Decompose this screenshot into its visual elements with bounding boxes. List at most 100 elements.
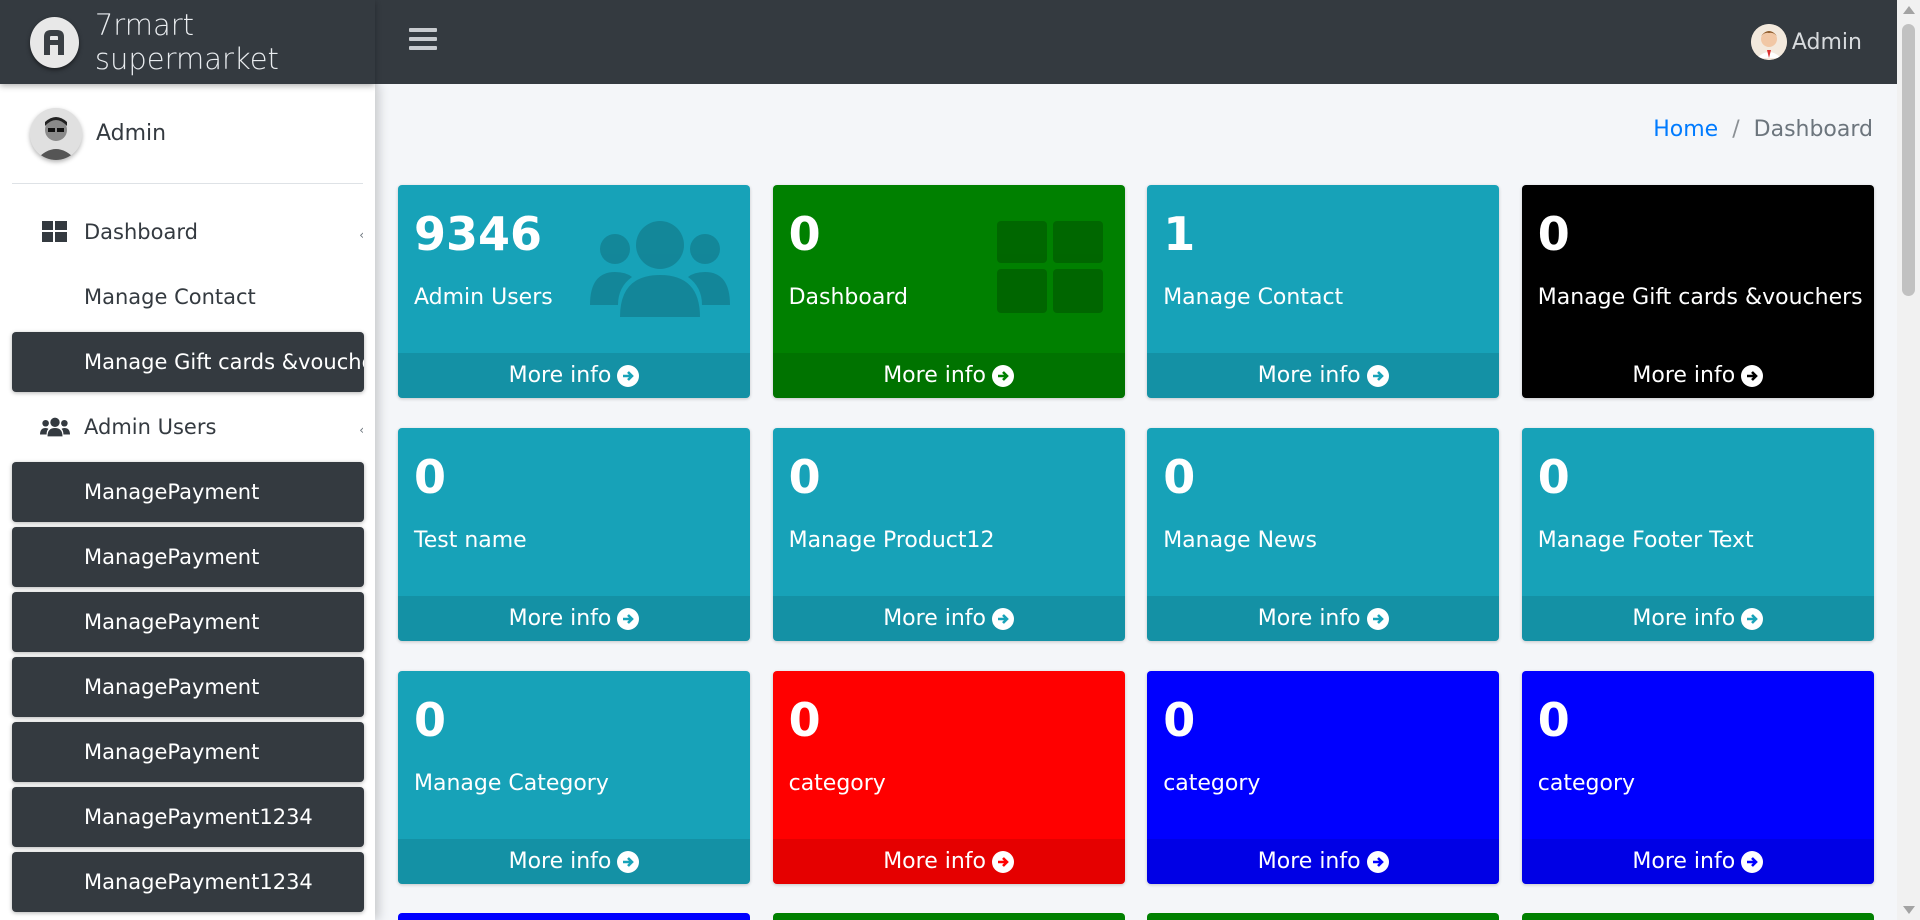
brand-logo-icon [30,16,79,68]
sidebar-item-label: ManagePayment [84,610,260,634]
arrow-circle-right-icon [617,364,640,387]
navbar-user-menu[interactable]: Admin [1750,24,1862,60]
card-count: 0 [1163,693,1196,747]
breadcrumb-home-link[interactable]: Home [1653,117,1718,142]
brand-name: 7rmart supermarket [94,8,279,76]
more-info-label: More info [883,363,986,388]
dashboard-card-grid: 9346 Admin Users More info 0 Dashboard M… [398,185,1874,884]
card-title: category [1537,771,1636,796]
card-count: 0 [1163,450,1196,504]
sidebar-item-dashboard[interactable]: Dashboard ‹ [12,202,364,262]
sidebar-item-managepayment[interactable]: ManagePayment [12,657,364,717]
chevron-left-icon: ‹ [359,228,364,242]
scrollbar-thumb[interactable] [1902,24,1915,296]
users-icon [590,217,730,321]
more-info-label: More info [1632,849,1736,874]
sidebar-item-managepayment[interactable]: ManagePayment [12,527,364,587]
card-count: 0 [788,693,821,747]
more-info-link[interactable]: More info [1522,353,1874,398]
sidebar-item-label: ManagePayment1234 [84,805,313,829]
card-count: 9346 [414,207,543,261]
users-icon [40,416,70,438]
more-info-link[interactable]: More info [398,839,750,884]
info-card-partial [772,913,1125,920]
card-title: Manage Contact [1163,285,1344,310]
arrow-circle-right-icon [991,364,1014,387]
more-info-link[interactable]: More info [1521,839,1874,884]
arrow-circle-right-icon [1366,364,1389,387]
more-info-label: More info [508,606,612,631]
card-title: Admin Users [414,285,553,310]
more-info-label: More info [883,606,986,631]
sidebar-item-label: Manage Gift cards &vouchers [84,350,364,374]
more-info-link[interactable]: More info [1147,596,1500,641]
arrow-circle-right-icon [1366,607,1389,630]
card-title: Test name [414,528,527,553]
dashboard-grid-icon [40,221,70,243]
info-card-category-blue: 0 category More info [1521,671,1874,884]
arrow-circle-right-icon [991,607,1014,630]
more-info-link[interactable]: More info [398,596,750,641]
sidebar-item-label: Manage Contact [84,285,256,309]
info-card-category-blue: 0 category More info [1147,671,1500,884]
sidebar-item-label: ManagePayment [84,480,260,504]
page-scrollbar[interactable] [1897,0,1920,920]
more-info-label: More info [508,849,612,874]
card-count: 0 [788,450,821,504]
more-info-link[interactable]: More info [772,839,1125,884]
info-card-manage-category: 0 Manage Category More info [398,671,750,884]
info-card-admin-users: 9346 Admin Users More info [398,185,750,398]
card-title: Manage Category [414,771,609,796]
sidebar-item-admin-users[interactable]: Admin Users ‹ [12,397,364,457]
sidebar-item-label: ManagePayment [84,545,260,569]
sidebar-item-managepayment1234[interactable]: ManagePayment1234 [12,787,364,847]
sidebar-item-managepayment[interactable]: ManagePayment [12,592,364,652]
more-info-link[interactable]: More info [1147,353,1500,398]
arrow-circle-right-icon [991,850,1014,873]
dashboard-grid-icon [996,221,1103,317]
card-title: Dashboard [788,285,908,310]
card-count: 0 [1537,450,1570,504]
navbar-avatar [1750,24,1787,60]
card-count: 0 [414,693,447,747]
navbar-user-name: Admin [1791,29,1862,55]
info-card-dashboard: 0 Dashboard More info [772,185,1125,398]
more-info-link[interactable]: More info [398,353,750,398]
info-card-partial [1521,913,1874,920]
more-info-link[interactable]: More info [1147,839,1500,884]
card-title: Manage Gift cards &vouchers [1537,285,1863,310]
info-card-manage-footer-text: 0 Manage Footer Text More info [1521,428,1874,641]
sidebar-item-label: ManagePayment [84,675,260,699]
sidebar-item-manage-contact[interactable]: Manage Contact [12,267,364,327]
arrow-circle-right-icon [617,850,640,873]
info-card-manage-news: 0 Manage News More info [1147,428,1500,641]
info-card-partial [398,913,750,920]
scroll-up-icon[interactable] [1903,6,1915,14]
more-info-label: More info [1257,606,1361,631]
sidebar-item-managepayment[interactable]: ManagePayment [12,722,364,782]
sidebar-item-managepayment[interactable]: ManagePayment [12,462,364,522]
info-card-partial [1147,913,1500,920]
sidebar-item-label: Admin Users [84,415,217,439]
more-info-link[interactable]: More info [772,596,1125,641]
scroll-down-icon[interactable] [1903,906,1915,914]
card-count: 0 [1537,693,1570,747]
arrow-circle-right-icon [1741,607,1764,630]
card-count: 0 [414,450,447,504]
card-title: category [1163,771,1261,796]
sidebar-item-manage-gift-cards[interactable]: Manage Gift cards &vouchers [12,332,364,392]
info-card-manage-product12: 0 Manage Product12 More info [772,428,1125,641]
card-title: Manage Footer Text [1537,528,1754,553]
brand-link[interactable]: 7rmart supermarket [0,0,375,84]
info-card-test-name: 0 Test name More info [398,428,750,641]
breadcrumb: Home / Dashboard [1653,117,1873,142]
more-info-link[interactable]: More info [1521,596,1874,641]
arrow-circle-right-icon [1366,850,1389,873]
hamburger-menu-icon[interactable] [409,28,437,54]
sidebar-avatar [30,107,82,160]
more-info-link[interactable]: More info [772,353,1125,398]
sidebar-user-name: Admin [96,121,167,146]
more-info-label: More info [1632,606,1736,631]
sidebar-item-managepayment1234[interactable]: ManagePayment1234 [12,852,364,912]
sidebar-user-panel[interactable]: Admin [12,84,363,184]
